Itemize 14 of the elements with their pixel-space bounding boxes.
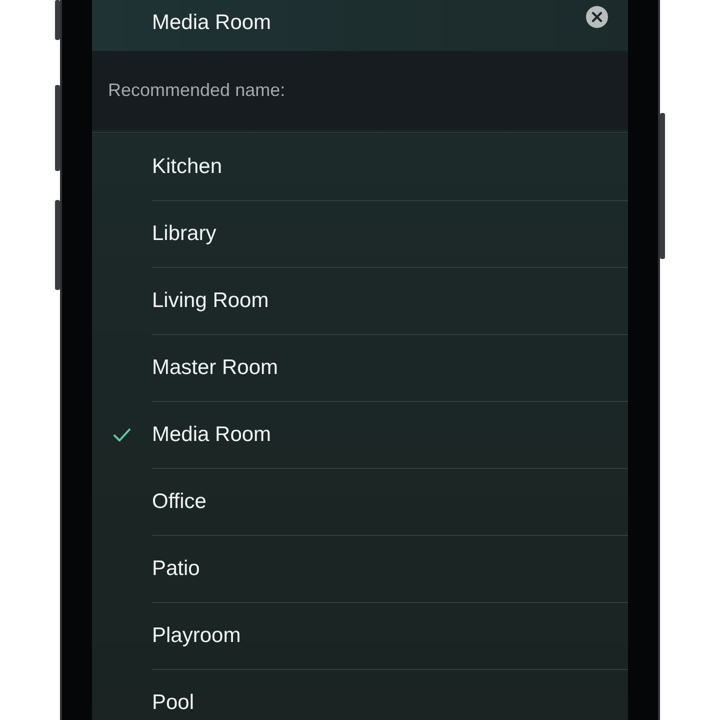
section-header: Recommended name: — [108, 80, 286, 101]
room-option[interactable]: Library — [92, 200, 628, 267]
clear-icon — [586, 6, 608, 28]
room-option[interactable]: Pool — [92, 669, 628, 720]
room-option[interactable]: Living Room — [92, 267, 628, 334]
room-option[interactable]: Office — [92, 468, 628, 535]
room-option[interactable]: Kitchen — [92, 133, 628, 200]
text-field[interactable]: Media Room — [92, 0, 628, 51]
room-option[interactable]: Patio — [92, 535, 628, 602]
room-option[interactable]: Master Room — [92, 334, 628, 401]
room-option[interactable]: Playroom — [92, 602, 628, 669]
clear-button[interactable] — [586, 6, 608, 28]
room-option[interactable]: Media Room — [92, 401, 628, 468]
name-field[interactable]: Media Room — [152, 11, 452, 35]
